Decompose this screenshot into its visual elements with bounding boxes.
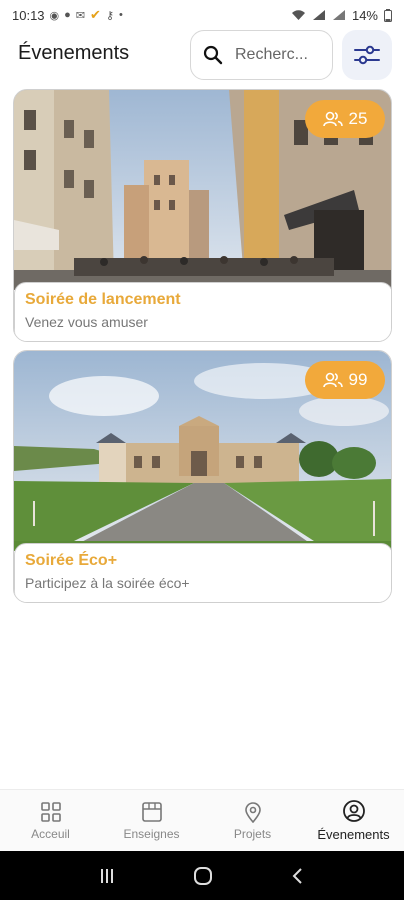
key-icon: ⚷ xyxy=(105,9,114,22)
store-icon xyxy=(141,801,162,822)
nav-label: Projets xyxy=(233,826,272,841)
search-box[interactable] xyxy=(190,30,333,80)
dot-icon: • xyxy=(119,9,123,21)
participants-badge: 25 xyxy=(305,100,385,138)
event-card[interactable]: 99 Soirée Éco+ Participez à la soirée éc… xyxy=(13,350,392,603)
filter-button[interactable] xyxy=(342,30,392,80)
signal-icon xyxy=(332,10,345,20)
users-icon xyxy=(322,372,343,388)
nav-item-enseignes[interactable]: Enseignes xyxy=(101,790,202,851)
user-circle-icon xyxy=(342,800,365,822)
nav-item-acceuil[interactable]: Acceuil xyxy=(0,790,101,851)
event-card-footer: Soirée Éco+ Participez à la soirée éco+ xyxy=(14,543,391,602)
event-subtitle: Venez vous amuser xyxy=(25,314,148,330)
sliders-icon xyxy=(354,45,380,65)
mail-icon: ✉ xyxy=(75,9,86,22)
battery-percentage: 14% xyxy=(351,7,378,23)
participants-count: 99 xyxy=(348,370,368,389)
nav-item-evenements[interactable]: Évenements xyxy=(303,790,404,851)
participants-badge: 99 xyxy=(305,361,385,399)
nav-label: Évenements xyxy=(317,827,390,842)
check-icon: ✔ xyxy=(90,7,101,22)
search-icon xyxy=(203,45,223,65)
recent-apps-icon[interactable] xyxy=(97,867,117,885)
event-card-footer: Soirée de lancement Venez vous amuser xyxy=(14,282,391,341)
grid-icon xyxy=(40,801,61,822)
status-time: 10:13 xyxy=(12,7,45,23)
signal-icon xyxy=(312,10,325,20)
chat-icon: ● xyxy=(64,9,71,21)
status-left: 10:13 ◉ ● ✉ ✔ ⚷ • xyxy=(12,7,123,23)
event-card[interactable]: 25 Soirée de lancement Venez vous amuser xyxy=(13,89,392,342)
status-bar: 10:13 ◉ ● ✉ ✔ ⚷ • 14% xyxy=(0,0,404,30)
location-pin-icon xyxy=(244,801,261,823)
event-title: Soirée de lancement xyxy=(25,291,181,308)
status-right: 14% xyxy=(291,8,392,23)
nav-label: Enseignes xyxy=(123,826,180,841)
wifi-icon xyxy=(291,10,305,20)
users-icon xyxy=(322,111,343,127)
event-subtitle: Participez à la soirée éco+ xyxy=(25,575,190,591)
event-title: Soirée Éco+ xyxy=(25,552,118,569)
nav-item-projets[interactable]: Projets xyxy=(202,790,303,851)
battery-icon xyxy=(384,8,392,22)
search-input[interactable] xyxy=(235,46,327,64)
whatsapp-icon: ◉ xyxy=(49,9,60,22)
back-icon[interactable] xyxy=(289,867,307,885)
participants-count: 25 xyxy=(348,109,368,128)
home-icon[interactable] xyxy=(192,865,214,887)
page-title: Évenements xyxy=(18,42,130,64)
header: Évenements xyxy=(0,30,404,82)
bottom-nav: Acceuil Enseignes Projets Évenements xyxy=(0,789,404,851)
system-nav-bar xyxy=(0,851,404,900)
nav-label: Acceuil xyxy=(31,826,70,841)
